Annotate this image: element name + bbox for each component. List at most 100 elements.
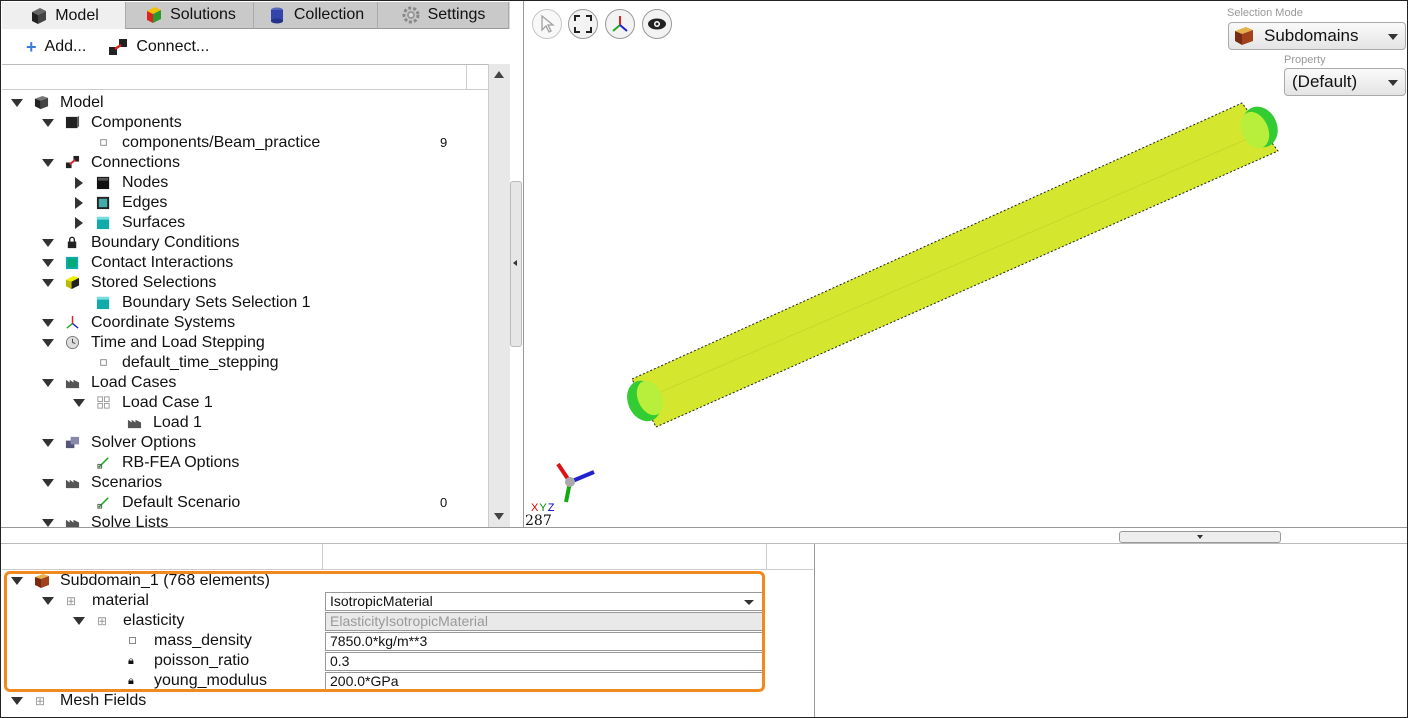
connect-button[interactable]: Connect... <box>108 38 209 56</box>
tree-item[interactable]: RB-FEA Options <box>2 453 488 473</box>
properties-header <box>2 544 813 570</box>
model-cube-icon <box>34 95 49 110</box>
expand-arrow-icon[interactable] <box>73 617 85 625</box>
tree-item-count: 9 <box>440 135 448 150</box>
subdomain-label: Subdomain_1 (768 elements) <box>60 572 270 589</box>
edges-cube-icon <box>96 196 110 210</box>
tree-item-label: Default Scenario <box>122 494 241 511</box>
expand-arrow-icon[interactable] <box>42 597 54 605</box>
tree-item-label: Stored Selections <box>91 274 217 291</box>
expand-arrow-down-icon[interactable] <box>42 519 54 527</box>
tree-header <box>2 65 488 90</box>
expand-arrow-down-icon[interactable] <box>42 159 54 167</box>
frame-counter: 287 <box>525 513 552 527</box>
tree-item[interactable]: Model <box>2 93 488 113</box>
young-modulus-field[interactable]: 200.0*GPa <box>325 672 763 691</box>
collection-icon <box>270 7 283 24</box>
beam-edge <box>641 129 1269 401</box>
expand-arrow-down-icon[interactable] <box>42 339 54 347</box>
clock-icon <box>65 335 80 350</box>
tree-item[interactable]: Edges <box>2 193 488 213</box>
factory-icon <box>127 419 142 429</box>
tree-item-label: Edges <box>122 194 168 211</box>
bottom-pane-divider <box>814 544 815 717</box>
tree-item[interactable]: Nodes <box>2 173 488 193</box>
leaf-dot-icon <box>100 359 107 366</box>
expand-arrow-down-icon[interactable] <box>73 399 85 407</box>
mass-density-field[interactable]: 7850.0*kg/m**3 <box>325 632 763 651</box>
expand-arrow-down-icon[interactable] <box>42 479 54 487</box>
poisson-ratio-row[interactable]: 🔒︎ poisson_ratio 0.3 <box>2 651 813 671</box>
tree-item[interactable]: Coordinate Systems <box>2 313 488 333</box>
elasticity-row[interactable]: ⊞ elasticity ElasticityIsotropicMaterial <box>2 611 813 631</box>
lock-icon <box>67 236 77 249</box>
tree-item[interactable]: Load Cases <box>2 373 488 393</box>
tree-item-label: default_time_stepping <box>122 354 279 371</box>
3d-viewport[interactable]: Selection Mode Subdomains Property (Defa… <box>524 2 1407 527</box>
selection-cube-icon <box>65 275 80 290</box>
factory-icon <box>65 479 80 489</box>
tree-item-label: Coordinate Systems <box>91 314 236 331</box>
tree-item[interactable]: Solver Options <box>2 433 488 453</box>
scroll-up-icon[interactable] <box>489 64 510 85</box>
beam-model[interactable] <box>524 2 1407 527</box>
tab-collection[interactable]: Collection <box>254 2 378 29</box>
tree-item-label: RB-FEA Options <box>122 454 240 471</box>
tab-settings[interactable]: Settings <box>378 2 509 29</box>
expand-arrow-down-icon[interactable] <box>11 99 23 107</box>
young-modulus-row[interactable]: 🔒︎ young_modulus 200.0*GPa <box>2 671 813 691</box>
mass-density-row[interactable]: mass_density 7850.0*kg/m**3 <box>2 631 813 651</box>
horizontal-splitter[interactable] <box>1 527 1407 544</box>
expand-arrow-down-icon[interactable] <box>42 259 54 267</box>
grid-icon <box>97 396 110 409</box>
scroll-down-icon[interactable] <box>489 506 510 527</box>
expand-arrow-down-icon[interactable] <box>42 239 54 247</box>
tree-item[interactable]: Boundary Sets Selection 1 <box>2 293 488 313</box>
expand-arrow-down-icon[interactable] <box>42 439 54 447</box>
material-label: material <box>92 592 149 609</box>
properties-panel: Subdomain_1 (768 elements) ⊞ material Is… <box>2 544 813 717</box>
tree-item[interactable]: Scenarios <box>2 473 488 493</box>
expand-arrow-icon[interactable] <box>11 577 23 585</box>
tree-item[interactable]: Connections <box>2 153 488 173</box>
tree-item-label: Scenarios <box>91 474 163 491</box>
tree-item[interactable]: components/Beam_practice 9 <box>2 133 488 153</box>
material-row[interactable]: ⊞ material IsotropicMaterial <box>2 591 813 611</box>
tree-item[interactable]: Load 1 <box>2 413 488 433</box>
expand-arrow-down-icon[interactable] <box>42 279 54 287</box>
tab-model[interactable]: Model <box>2 2 126 29</box>
tree-item-label: components/Beam_practice <box>122 134 321 151</box>
poisson-ratio-field[interactable]: 0.3 <box>325 652 763 671</box>
side-panel-collapse-handle[interactable] <box>510 181 522 347</box>
expand-arrow-icon[interactable] <box>11 697 23 705</box>
collapse-bottom-handle[interactable] <box>1119 531 1281 543</box>
expand-arrow-right-icon[interactable] <box>75 197 83 209</box>
tree-item[interactable]: Surfaces <box>2 213 488 233</box>
tree-scrollbar[interactable] <box>488 64 510 527</box>
model-tree[interactable]: Model Components components/Beam_practice 9… <box>2 64 488 528</box>
tab-collection-label: Collection <box>293 6 365 23</box>
expand-arrow-down-icon[interactable] <box>42 379 54 387</box>
expand-arrow-down-icon[interactable] <box>42 319 54 327</box>
tree-item[interactable]: Solve Lists <box>2 513 488 528</box>
expand-arrow-right-icon[interactable] <box>75 217 83 229</box>
expand-arrow-right-icon[interactable] <box>75 177 83 189</box>
tree-item[interactable]: Components <box>2 113 488 133</box>
tree-item[interactable]: Default Scenario 0 <box>2 493 488 513</box>
tree-item[interactable]: default_time_stepping <box>2 353 488 373</box>
tree-item-label: Solve Lists <box>91 514 169 528</box>
pencil-check-icon <box>97 497 109 509</box>
tree-item[interactable]: Contact Interactions <box>2 253 488 273</box>
tab-solutions[interactable]: Solutions <box>126 2 254 29</box>
tree-item[interactable]: Time and Load Stepping <box>2 333 488 353</box>
axis-triad-icon <box>556 462 595 503</box>
tree-item[interactable]: Boundary Conditions <box>2 233 488 253</box>
add-button[interactable]: + Add... <box>26 37 86 58</box>
tree-item[interactable]: Load Case 1 <box>2 393 488 413</box>
expand-arrow-down-icon[interactable] <box>42 119 54 127</box>
axes-icon <box>66 315 79 329</box>
solver-icon <box>65 436 80 449</box>
pencil-check-icon <box>97 457 109 469</box>
material-select[interactable]: IsotropicMaterial <box>325 592 763 611</box>
tree-item[interactable]: Stored Selections <box>2 273 488 293</box>
